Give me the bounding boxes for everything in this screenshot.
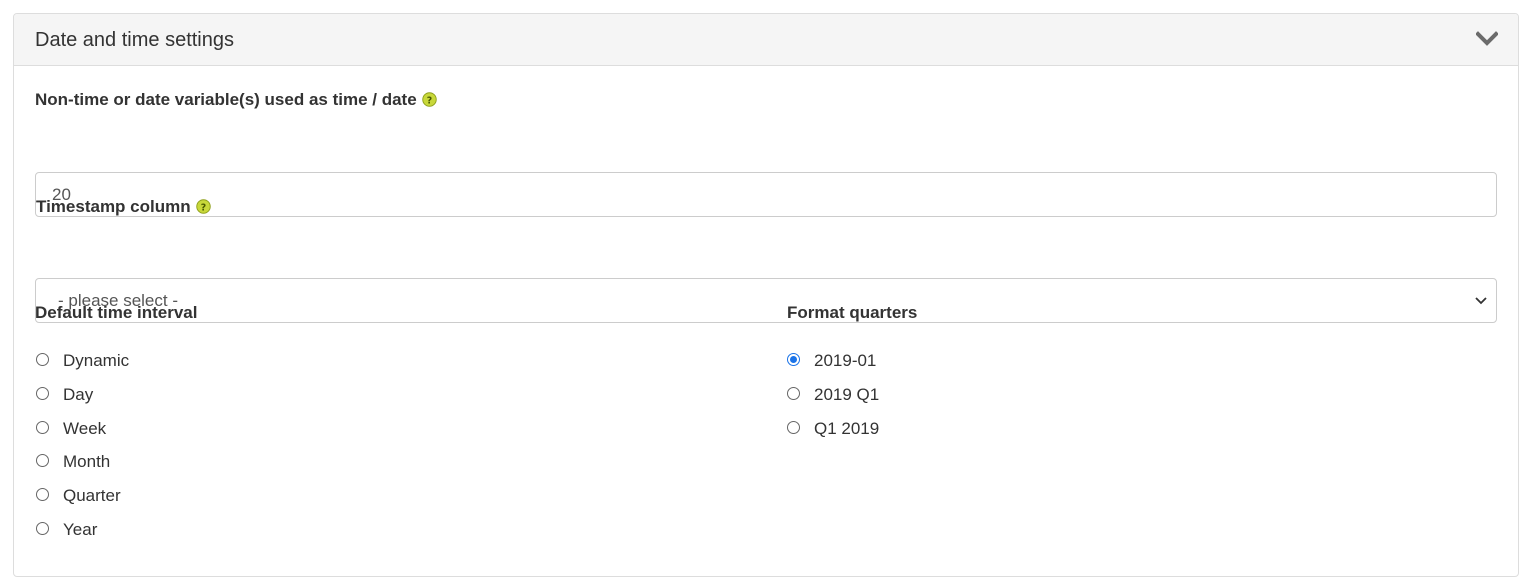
help-icon[interactable]: ? xyxy=(195,199,211,214)
radio-button[interactable] xyxy=(36,522,49,535)
radio-button[interactable] xyxy=(787,420,800,434)
radio-button[interactable] xyxy=(36,488,49,502)
radio-label: Week xyxy=(63,418,107,438)
timestamp-column-label-text: Timestamp column xyxy=(36,197,191,216)
radio-button[interactable] xyxy=(787,353,800,366)
date-time-settings-panel: Date and time settings Non-time or date … xyxy=(13,13,1519,577)
radio-label: Year xyxy=(63,520,98,539)
radio-label: Day xyxy=(63,384,94,404)
svg-text:?: ? xyxy=(426,95,431,106)
radio-button[interactable] xyxy=(787,386,800,400)
chevron-down-icon xyxy=(1475,297,1487,305)
help-icon[interactable]: ? xyxy=(421,92,437,107)
timestamp-column-label: Timestamp column ? xyxy=(36,197,211,217)
radio-label: Dynamic xyxy=(63,351,130,370)
radio-label: 2019-01 xyxy=(814,351,877,370)
radio-label: Month xyxy=(63,452,111,472)
panel-title: Date and time settings xyxy=(35,29,234,51)
timestamp-column-select[interactable]: - please select - xyxy=(35,278,1497,323)
radio-button[interactable] xyxy=(36,420,49,434)
format-quarters-label: Format quarters xyxy=(787,303,918,322)
chevron-down-icon[interactable] xyxy=(1476,29,1498,49)
non-time-variable-label: Non-time or date variable(s) used as tim… xyxy=(35,90,437,110)
non-time-variable-label-text: Non-time or date variable(s) used as tim… xyxy=(35,90,417,109)
radio-label: Quarter xyxy=(63,486,121,506)
radio-button[interactable] xyxy=(36,353,49,366)
radio-label: 2019 Q1 xyxy=(814,384,880,404)
svg-text:?: ? xyxy=(200,202,205,213)
radio-button[interactable] xyxy=(36,454,49,468)
panel-heading[interactable]: Date and time settings xyxy=(14,14,1518,66)
radio-label: Q1 2019 xyxy=(814,418,880,438)
non-time-variable-input[interactable] xyxy=(35,172,1497,217)
radio-button[interactable] xyxy=(36,386,49,400)
default-time-interval-label: Default time interval xyxy=(35,303,198,322)
